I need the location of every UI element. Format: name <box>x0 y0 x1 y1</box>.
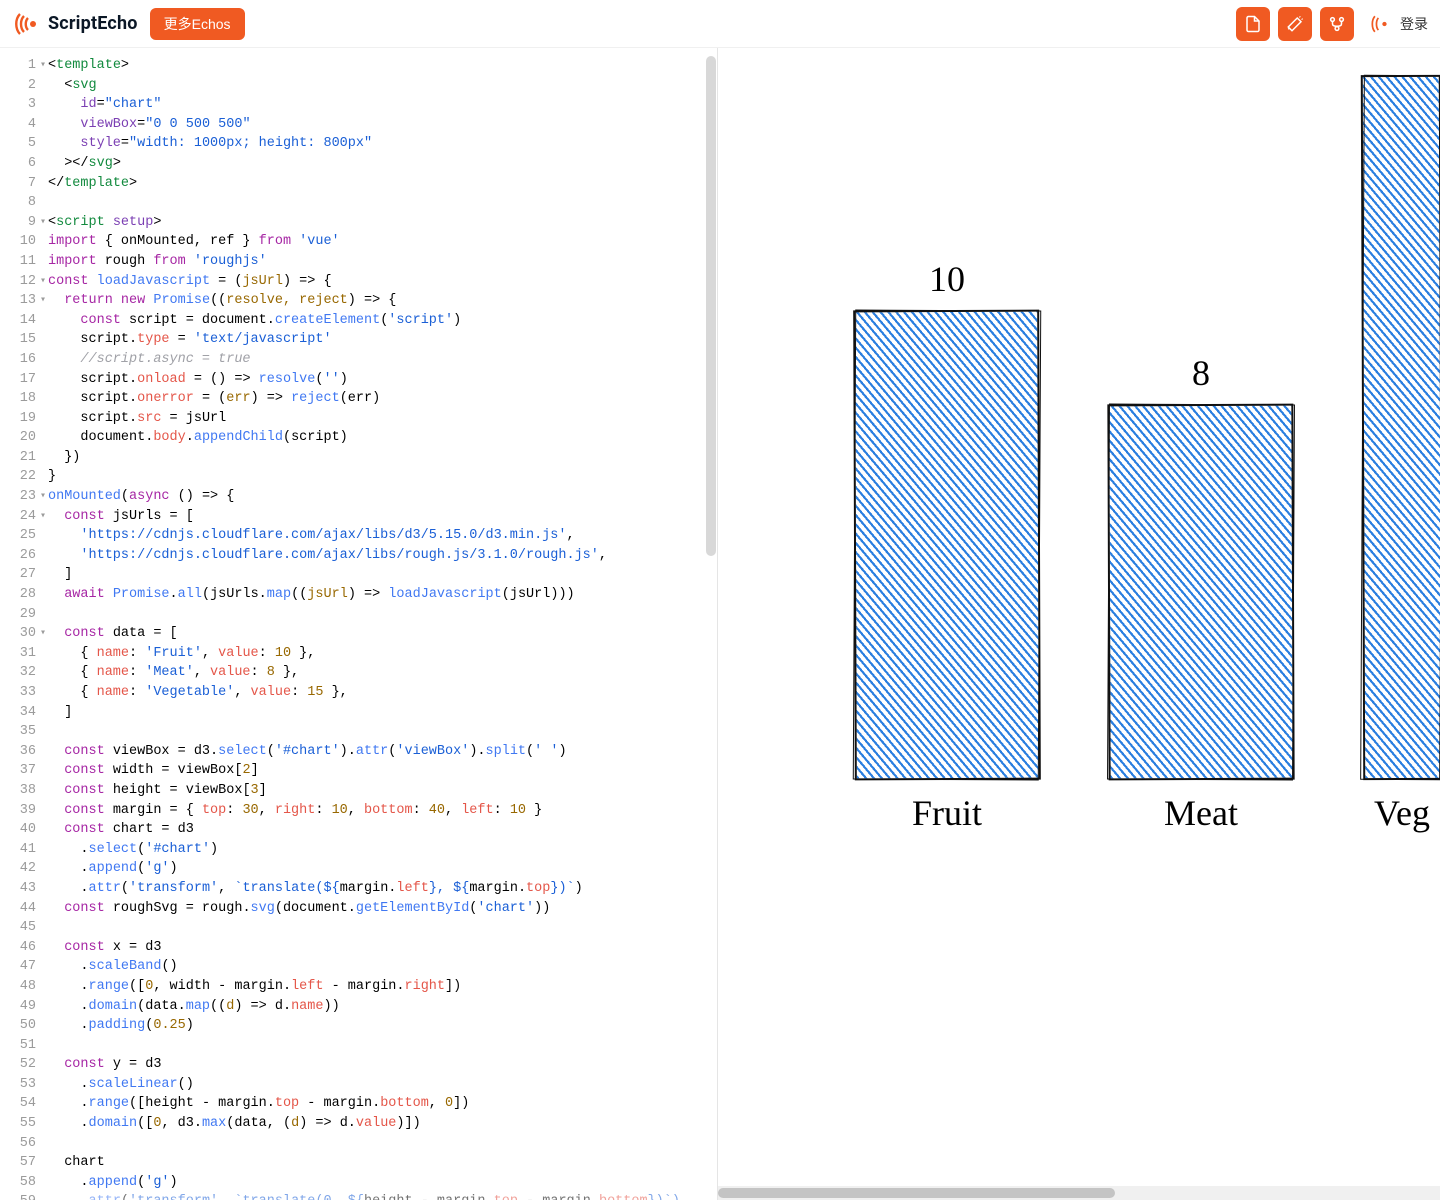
brand-icon <box>12 9 42 39</box>
line-gutter: 1234567891011121314151617181920212223242… <box>0 48 40 1200</box>
sound-wave-icon <box>1368 11 1394 37</box>
brand-text: ScriptEcho <box>48 13 138 34</box>
branch-icon[interactable] <box>1320 7 1354 41</box>
fold-gutter: ▾▾▾▾▾▾▾ <box>40 48 48 1200</box>
attr: id <box>48 97 97 112</box>
login-label: 登录 <box>1400 14 1428 34</box>
magic-wand-icon[interactable] <box>1278 7 1312 41</box>
login-button[interactable]: 登录 <box>1368 11 1428 37</box>
bar-vegetable: Veg <box>1362 65 1440 834</box>
bar-rect <box>1362 75 1440 780</box>
bar-category-label: Meat <box>1164 792 1238 834</box>
editor-vscrollbar[interactable] <box>706 56 716 696</box>
app-header: ScriptEcho 更多Echos 登录 <box>0 0 1440 48</box>
bar-rect <box>1108 404 1294 780</box>
bar-value-label: 10 <box>929 258 965 300</box>
bar-fruit: 10 Fruit <box>854 258 1040 834</box>
document-icon[interactable] <box>1236 7 1270 41</box>
brand[interactable]: ScriptEcho <box>12 9 138 39</box>
scrollbar-thumb[interactable] <box>706 56 716 556</box>
bar-meat: 8 Meat <box>1108 352 1294 834</box>
bar-category-label: Veg <box>1374 792 1430 834</box>
tag: svg <box>72 78 96 93</box>
tag: template <box>56 58 121 73</box>
bar-rect <box>854 310 1040 780</box>
bar-category-label: Fruit <box>912 792 982 834</box>
header-actions: 登录 <box>1236 7 1428 41</box>
code-content[interactable]: <template> <svg id="chart" viewBox="0 0 … <box>48 56 680 1200</box>
main-split: 1234567891011121314151617181920212223242… <box>0 48 1440 1200</box>
bar-value-label: 8 <box>1192 352 1210 394</box>
bar-chart: 10 Fruit 8 Meat Veg <box>854 98 1440 834</box>
preview-panel: 10 Fruit 8 Meat Veg <box>718 48 1440 1200</box>
scrollbar-thumb[interactable] <box>718 1188 1115 1198</box>
more-echos-button[interactable]: 更多Echos <box>150 8 245 40</box>
preview-hscrollbar[interactable] <box>718 1186 1440 1200</box>
code-editor[interactable]: 1234567891011121314151617181920212223242… <box>0 48 718 1200</box>
chart-preview: 10 Fruit 8 Meat Veg <box>718 48 1440 834</box>
